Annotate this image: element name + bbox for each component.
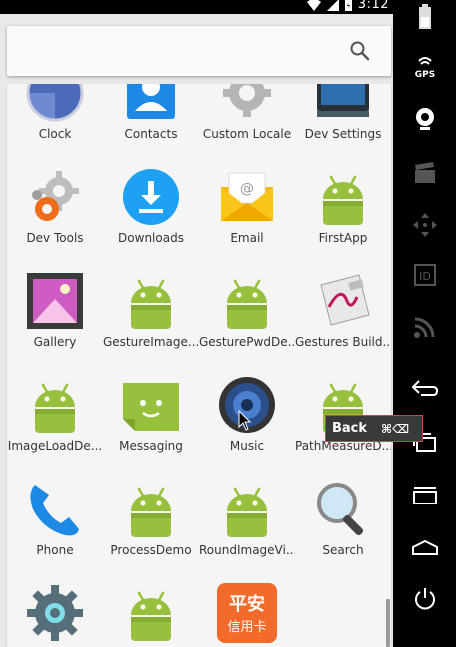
app-launcher-item[interactable]: GestureImage...	[103, 257, 199, 361]
app-drawer[interactable]: Clock Contacts Custom Locale Dev Settings D…	[7, 84, 391, 647]
app-label: Phone	[36, 543, 74, 557]
app-launcher-item[interactable]: Gestures Build...	[295, 257, 391, 361]
app-label: Dev Tools	[26, 231, 84, 245]
android-icon	[121, 479, 181, 539]
app-launcher-item[interactable]: Dev Settings	[295, 84, 391, 153]
downloads-icon	[121, 167, 181, 227]
wifi-icon	[306, 0, 321, 11]
app-label: ProcessDemo	[110, 543, 192, 557]
email-icon: @	[217, 167, 277, 227]
launcher-screen: Clock Contacts Custom Locale Dev Settings D…	[0, 14, 393, 647]
app-launcher-item[interactable]: @ Email	[199, 153, 295, 257]
clock-icon	[25, 84, 85, 123]
dpad-icon[interactable]	[408, 208, 442, 242]
app-label: FirstApp	[318, 231, 368, 245]
app-launcher-item[interactable]: Contacts	[103, 84, 199, 153]
messaging-icon	[121, 375, 181, 435]
app-launcher-item[interactable]: 平安 信用卡平安信用卡	[199, 569, 295, 647]
app-launcher-item[interactable]: Phone	[7, 465, 103, 569]
battery-icon[interactable]	[408, 0, 442, 34]
home-icon[interactable]	[408, 530, 442, 564]
power-icon[interactable]	[408, 582, 442, 616]
battery-status-icon	[344, 0, 352, 11]
app-launcher-item[interactable]: ImageLoadDe...	[7, 361, 103, 465]
drawer-scrollbar[interactable]	[386, 599, 390, 647]
app-label: GestureImage...	[103, 335, 199, 349]
back-arrow-icon[interactable]	[408, 372, 442, 406]
clapperboard-icon[interactable]	[408, 156, 442, 190]
svg-text:信用卡: 信用卡	[227, 620, 266, 635]
android-icon	[121, 271, 181, 331]
app-launcher-item[interactable]: RoundImageVi...	[199, 465, 295, 569]
status-bar: 3:12	[0, 0, 393, 14]
svg-text:平安: 平安	[229, 593, 265, 615]
app-label: Contacts	[124, 127, 178, 141]
app-label: Messaging	[119, 439, 183, 453]
menu-icon[interactable]	[408, 478, 442, 512]
android-icon	[217, 271, 277, 331]
app-label: Custom Locale	[202, 127, 292, 141]
phone-icon	[25, 479, 85, 539]
tooltip-keys: ⌘⌫	[381, 421, 410, 436]
app-launcher-item[interactable]: TextDemo	[103, 569, 199, 647]
app-label: RoundImageVi...	[199, 543, 295, 557]
app-label: Search	[322, 543, 364, 557]
android-icon	[217, 479, 277, 539]
pingan-card-icon: 平安 信用卡	[217, 583, 277, 643]
signal-icon	[326, 0, 339, 11]
settings-gear-icon	[25, 583, 85, 643]
app-label: Clock	[38, 127, 72, 141]
id-label: ID	[419, 270, 431, 283]
app-launcher-item[interactable]: FirstApp	[295, 153, 391, 257]
gallery-icon	[25, 271, 85, 331]
app-label: Gallery	[33, 335, 77, 349]
rss-icon[interactable]	[408, 310, 442, 344]
dev-tools-gear-icon	[25, 167, 85, 227]
app-label: Email	[230, 231, 264, 245]
app-launcher-item[interactable]: Settings	[7, 569, 103, 647]
mouse-cursor-icon	[238, 410, 252, 431]
android-icon	[121, 583, 181, 643]
app-label: Downloads	[118, 231, 184, 245]
status-time: 3:12	[357, 0, 389, 12]
search-icon[interactable]	[349, 40, 371, 62]
app-label: Dev Settings	[304, 127, 382, 141]
app-launcher-item[interactable]: Clock	[7, 84, 103, 153]
android-icon	[313, 167, 373, 227]
contacts-icon	[121, 84, 181, 123]
app-label: Gestures Build...	[295, 335, 391, 349]
gps-icon[interactable]: GPS	[408, 50, 442, 84]
gestures-builder-icon	[313, 271, 373, 331]
search-bar[interactable]	[7, 26, 391, 76]
svg-text:@: @	[240, 181, 254, 197]
tooltip-label: Back	[332, 421, 368, 436]
android-icon	[25, 375, 85, 435]
app-launcher-item[interactable]: Dev Tools	[7, 153, 103, 257]
emulator-side-bar: GPS ID	[393, 0, 456, 647]
app-label: ImageLoadDe...	[7, 439, 103, 453]
back-shortcut-tooltip: Back ⌘⌫	[325, 415, 423, 442]
magnifier-icon	[313, 479, 373, 539]
app-launcher-item[interactable]: Downloads	[103, 153, 199, 257]
app-launcher-item[interactable]: Messaging	[103, 361, 199, 465]
webcam-icon[interactable]	[408, 102, 442, 136]
app-label: Music	[229, 439, 265, 453]
app-launcher-item[interactable]: GesturePwdDe...	[199, 257, 295, 361]
app-launcher-item[interactable]: Custom Locale	[199, 84, 295, 153]
app-launcher-item[interactable]: Search	[295, 465, 391, 569]
app-label: GesturePwdDe...	[199, 335, 295, 349]
id-icon[interactable]: ID	[408, 258, 442, 292]
app-launcher-item[interactable]: PathMeasureD...	[295, 361, 391, 465]
gps-label: GPS	[415, 70, 435, 80]
dev-settings-icon	[313, 84, 373, 123]
custom-locale-icon	[217, 84, 277, 123]
app-launcher-item[interactable]: Gallery	[7, 257, 103, 361]
app-launcher-item[interactable]: ProcessDemo	[103, 465, 199, 569]
